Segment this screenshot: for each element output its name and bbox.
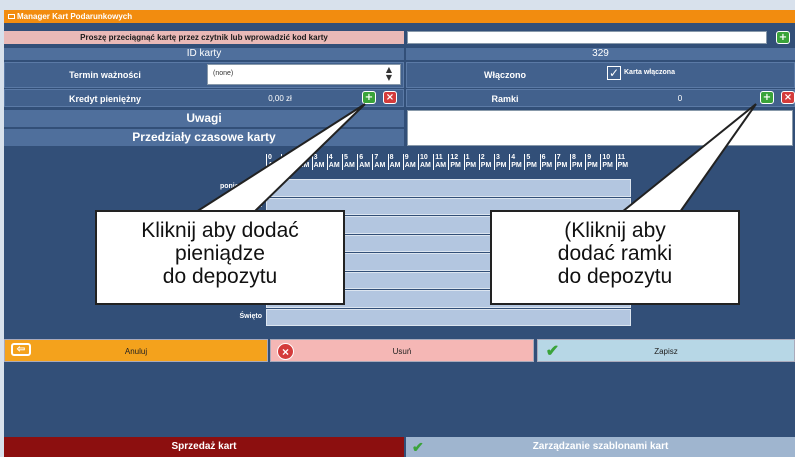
remove-frames-button[interactable]: ×	[781, 91, 795, 104]
credit-label: Kredyt pieniężny	[68, 94, 142, 104]
templates-button[interactable]: ✔ Zarządzanie szablonami kart	[406, 437, 795, 457]
timeslots-label: Przedziały czasowe karty	[4, 129, 404, 146]
card-code-input[interactable]	[407, 31, 767, 44]
notes-textarea[interactable]	[407, 110, 793, 146]
back-arrow-icon: ⇦	[11, 343, 31, 356]
cancel-button[interactable]: ⇦ Anuluj	[4, 339, 268, 362]
delete-button[interactable]: × Usuń	[270, 339, 534, 362]
card-id-value: 329	[406, 48, 795, 60]
notes-label: Uwagi	[4, 110, 404, 127]
enabled-checkbox[interactable]: ✓	[607, 66, 621, 80]
save-label: Zapisz	[654, 347, 678, 356]
frames-label: Ramki	[491, 94, 519, 104]
expiry-label: Termin ważności	[69, 70, 141, 80]
swipe-prompt: Proszę przeciągnąć kartę przez czytnik l…	[4, 31, 404, 44]
frames-value: 0	[677, 94, 683, 103]
credit-value: 0,00 zł	[268, 94, 292, 103]
cancel-label: Anuluj	[124, 347, 148, 356]
add-credit-button[interactable]: +	[362, 91, 376, 104]
expiry-value: (none)	[213, 70, 234, 77]
remove-credit-button[interactable]: ×	[383, 91, 397, 104]
spinner-icon[interactable]: ▲ ▼	[386, 66, 392, 82]
app-icon	[8, 14, 15, 20]
expiry-select[interactable]: (none) ▲ ▼	[207, 64, 401, 85]
save-button[interactable]: ✔ Zapisz	[537, 339, 795, 362]
window-title: Manager Kart Podarunkowych	[17, 12, 133, 21]
templates-label: Zarządzanie szablonami kart	[532, 441, 669, 452]
delete-label: Usuń	[392, 347, 412, 356]
sell-cards-label: Sprzedaż kart	[171, 441, 237, 452]
delete-icon: ×	[277, 343, 294, 360]
sell-cards-button[interactable]: Sprzedaż kart	[4, 437, 404, 457]
check-icon: ✔	[545, 343, 560, 360]
add-frames-button[interactable]: +	[760, 91, 774, 104]
card-id-label: ID karty	[4, 48, 404, 60]
window-titlebar: Manager Kart Podarunkowych	[4, 10, 795, 23]
enabled-label: Włączono	[484, 70, 526, 80]
templates-check-icon: ✔	[412, 439, 424, 455]
add-card-button[interactable]: +	[776, 31, 790, 44]
enabled-checkbox-label: Karta włączona	[624, 69, 675, 76]
